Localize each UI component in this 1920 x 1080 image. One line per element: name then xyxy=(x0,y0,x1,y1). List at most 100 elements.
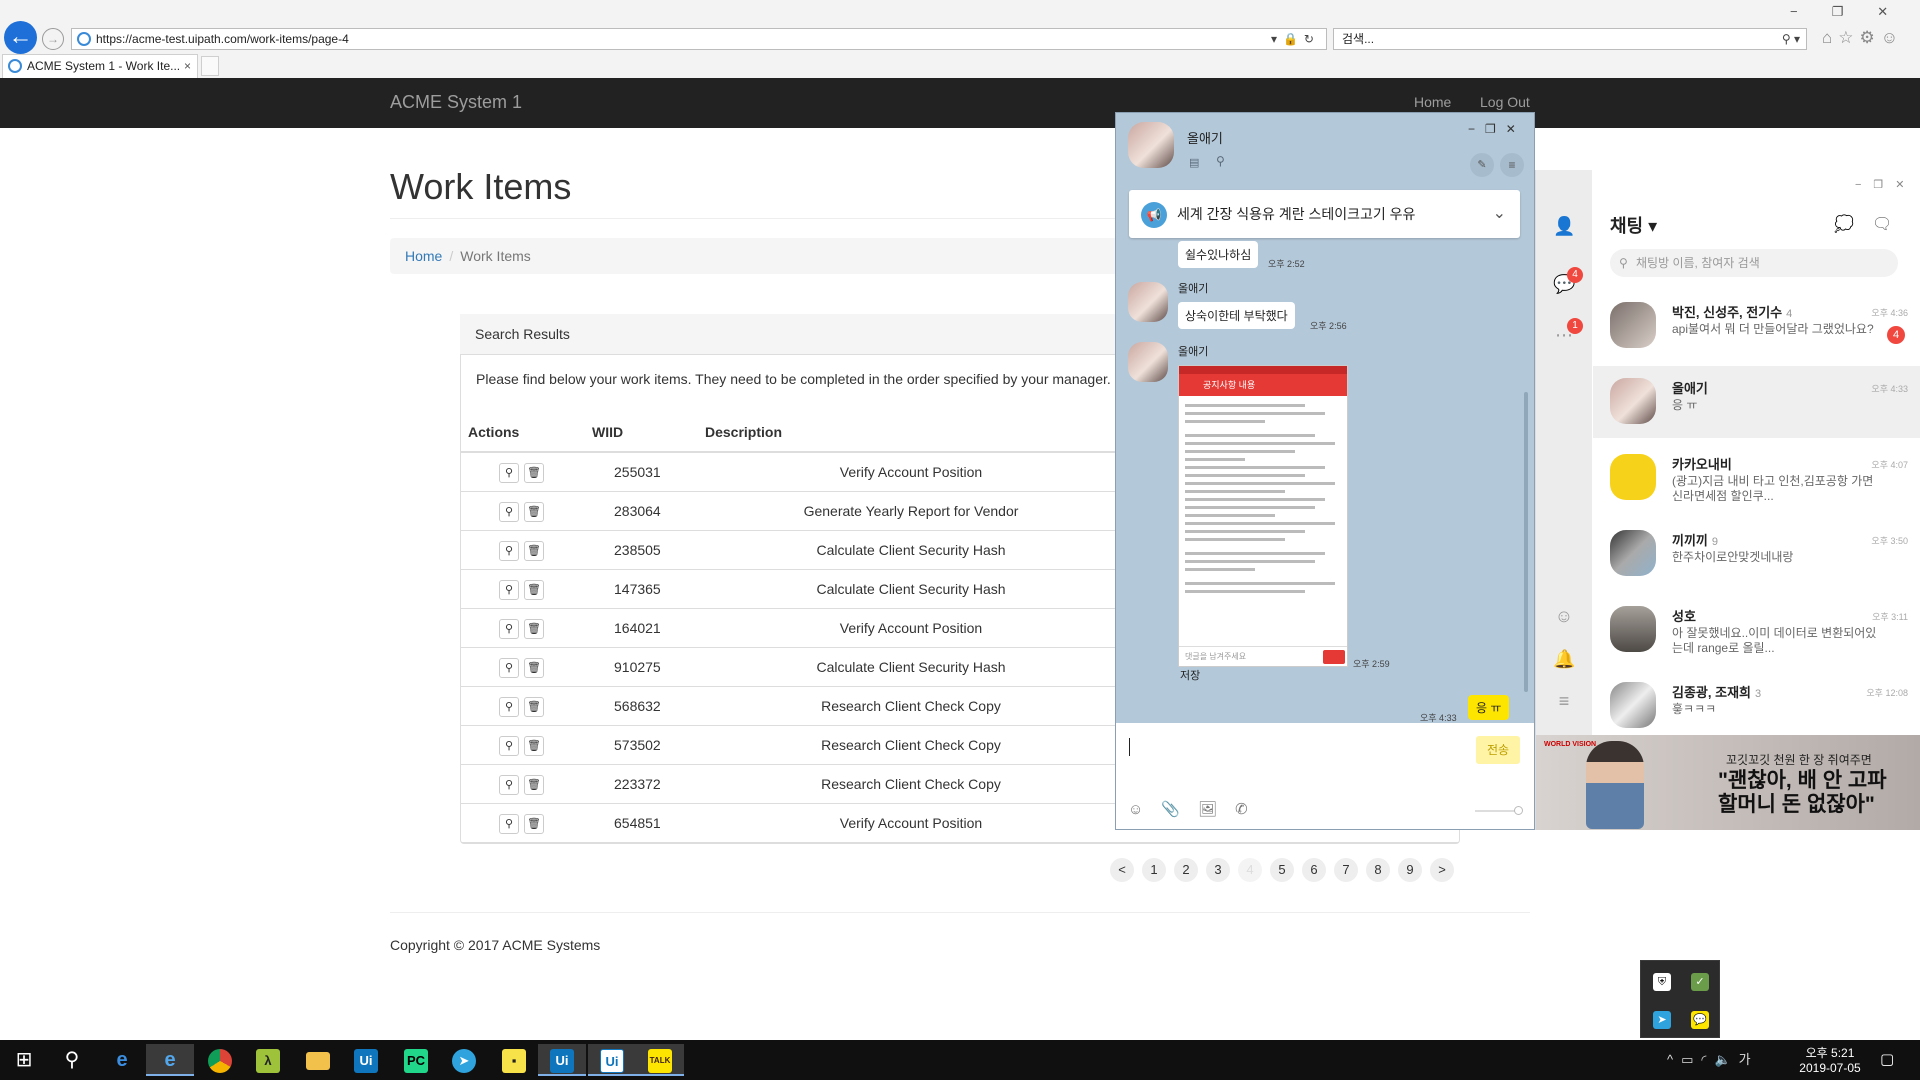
ime-indicator[interactable]: 가 xyxy=(1739,1052,1759,1067)
uipath-orchestrator-icon[interactable]: Ui xyxy=(588,1044,636,1076)
sender-avatar[interactable] xyxy=(1128,282,1168,322)
open-chat-icon[interactable]: 💭 xyxy=(1834,214,1854,234)
view-button[interactable]: ⚲ xyxy=(499,541,519,561)
nav-home-link[interactable]: Home xyxy=(1414,94,1451,110)
back-button[interactable]: ← xyxy=(4,21,37,54)
send-button[interactable]: 전송 xyxy=(1476,736,1520,764)
attach-icon[interactable]: 📎 xyxy=(1161,801,1198,818)
chat-list-item[interactable]: 카카오내비 (광고)지금 내비 타고 인천,김포공항 가면 신라면세점 할인쿠..… xyxy=(1593,442,1920,514)
page-button[interactable]: 9 xyxy=(1398,858,1422,882)
delete-button[interactable]: 🗑 xyxy=(524,736,544,756)
volume-icon[interactable]: 🔈 xyxy=(1714,1052,1738,1067)
chat-menu-icon[interactable]: ≡ xyxy=(1500,153,1524,177)
page-button[interactable]: 6 xyxy=(1302,858,1326,882)
view-button[interactable]: ⚲ xyxy=(499,463,519,483)
chat-search-icon[interactable]: ⚲ xyxy=(1216,154,1225,168)
telegram-icon[interactable]: ➤ xyxy=(440,1044,488,1076)
edge-icon[interactable]: e xyxy=(98,1044,146,1076)
drawer-icon[interactable]: ▤ xyxy=(1189,156,1199,169)
chat-scrollbar[interactable] xyxy=(1524,392,1528,692)
system-tray[interactable]: ^▭◜🔈가 xyxy=(1667,1049,1759,1068)
pycharm-icon[interactable]: PC xyxy=(392,1044,440,1076)
friends-icon[interactable]: 👤 xyxy=(1553,215,1575,237)
clock-date[interactable]: 2019-07-05 xyxy=(1792,1061,1868,1075)
opacity-slider[interactable] xyxy=(1475,806,1523,815)
chat-list-item[interactable]: 김종광, 조재희 3 흫ㅋㅋㅋ 오후 12:08 xyxy=(1593,670,1920,742)
new-tab-button[interactable] xyxy=(201,56,219,76)
clock-time[interactable]: 오후 5:21 xyxy=(1798,1044,1862,1061)
chat-search-input[interactable]: ⚲ 채팅방 이름, 참여자 검색 xyxy=(1610,249,1898,277)
shield-icon[interactable]: ⛨ xyxy=(1653,973,1671,991)
kakaotalk-icon[interactable]: TALK xyxy=(636,1044,684,1076)
view-button[interactable]: ⚲ xyxy=(499,502,519,522)
delete-button[interactable]: 🗑 xyxy=(524,580,544,600)
view-button[interactable]: ⚲ xyxy=(499,736,519,756)
photo-icon[interactable]: 🖼 xyxy=(1198,801,1235,818)
save-image-link[interactable]: 저장 xyxy=(1180,667,1200,683)
call-icon[interactable]: ✆ xyxy=(1235,801,1266,818)
uipath-studio-icon[interactable]: Ui xyxy=(342,1044,390,1076)
delete-button[interactable]: 🗑 xyxy=(524,463,544,483)
sticky-notes-icon[interactable]: ▪ xyxy=(490,1044,538,1076)
search-icon[interactable]: ⚲ ▾ xyxy=(1782,29,1800,49)
battery-icon[interactable]: ▭ xyxy=(1681,1052,1701,1067)
telegram-tray-icon[interactable]: ➤ xyxy=(1653,1011,1671,1029)
delete-button[interactable]: 🗑 xyxy=(524,814,544,834)
new-chat-icon[interactable]: 🗨 xyxy=(1872,214,1892,234)
page-button[interactable]: 7 xyxy=(1334,858,1358,882)
forward-button[interactable]: → xyxy=(42,28,64,50)
view-button[interactable]: ⚲ xyxy=(499,619,519,639)
chevron-down-icon[interactable]: ⌄ xyxy=(1493,190,1506,238)
delete-button[interactable]: 🗑 xyxy=(524,502,544,522)
uipath-robot-icon[interactable]: Ui xyxy=(538,1044,586,1076)
emoticon-icon[interactable]: ☺ xyxy=(1553,605,1575,627)
page-prev-button[interactable]: < xyxy=(1110,858,1134,882)
chrome-icon[interactable] xyxy=(196,1044,244,1076)
delete-button[interactable]: 🗑 xyxy=(524,541,544,561)
page-button[interactable]: 4 xyxy=(1238,858,1262,882)
notification-off-icon[interactable]: ✎ xyxy=(1470,153,1494,177)
browser-toolbar-icons[interactable]: ⌂☆⚙☺ xyxy=(1822,28,1904,48)
lambda-app-icon[interactable]: λ xyxy=(244,1044,292,1076)
window-controls[interactable]: −❐✕ xyxy=(1790,4,1920,20)
site-brand[interactable]: ACME System 1 xyxy=(390,92,522,113)
emoji-icon[interactable]: ☺ xyxy=(1128,801,1161,818)
delete-button[interactable]: 🗑 xyxy=(524,619,544,639)
address-tools-icon[interactable]: ▾🔒↻ xyxy=(1271,29,1320,49)
chat-list-item[interactable]: 성호 아 잘못했네요..이미 데이터로 변환되어있는데 range로 올릴... 오… xyxy=(1593,594,1920,666)
page-button[interactable]: 3 xyxy=(1206,858,1230,882)
page-button[interactable]: 5 xyxy=(1270,858,1294,882)
delete-button[interactable]: 🗑 xyxy=(524,775,544,795)
bell-icon[interactable]: 🔔 xyxy=(1553,648,1575,670)
search-box[interactable]: 검색... ⚲ ▾ xyxy=(1333,28,1807,50)
kakaotalk-tray-icon[interactable]: 💬 xyxy=(1691,1011,1709,1029)
chat-list-item[interactable]: 올애기 응 ㅠ 오후 4:33 xyxy=(1593,366,1920,438)
menu-icon[interactable]: ≡ xyxy=(1553,690,1575,712)
delete-button[interactable]: 🗑 xyxy=(524,697,544,717)
action-center-icon[interactable]: ▢ xyxy=(1880,1050,1894,1068)
page-next-button[interactable]: > xyxy=(1430,858,1454,882)
chat-list-item[interactable]: 끼끼끼 9 한주차이로안맞겟네내랑 오후 3:50 xyxy=(1593,518,1920,590)
view-button[interactable]: ⚲ xyxy=(499,580,519,600)
page-button[interactable]: 1 xyxy=(1142,858,1166,882)
view-button[interactable]: ⚲ xyxy=(499,658,519,678)
breadcrumb-home-link[interactable]: Home xyxy=(405,248,442,264)
advertisement-banner[interactable]: WORLD VISION 꼬깃꼬깃 천원 한 장 쥐여주면 "괜찮아, 배 안 … xyxy=(1536,735,1920,830)
file-explorer-icon[interactable] xyxy=(294,1044,342,1076)
search-icon[interactable]: ⚲ xyxy=(48,1044,96,1076)
address-bar[interactable]: https://acme-test.uipath.com/work-items/… xyxy=(71,28,1327,50)
view-button[interactable]: ⚲ xyxy=(499,697,519,717)
view-button[interactable]: ⚲ xyxy=(499,814,519,834)
sender-avatar[interactable] xyxy=(1128,342,1168,382)
chat-list-item[interactable]: 박진, 신성주, 전기수 4 api불여서 뭐 더 만들어달라 그랬었나요? 오후 4… xyxy=(1593,290,1920,362)
page-button[interactable]: 8 xyxy=(1366,858,1390,882)
chevron-up-icon[interactable]: ^ xyxy=(1667,1052,1681,1067)
contact-avatar[interactable] xyxy=(1128,122,1174,168)
sync-icon[interactable]: ✓ xyxy=(1691,973,1709,991)
view-button[interactable]: ⚲ xyxy=(499,775,519,795)
slider-handle[interactable] xyxy=(1514,806,1523,815)
page-button[interactable]: 2 xyxy=(1174,858,1198,882)
chat-list-title[interactable]: 채팅 ▾ xyxy=(1610,212,1657,238)
kakaotalk-window-controls[interactable]: −❐✕ xyxy=(1855,178,1917,191)
tab-close-icon[interactable]: × xyxy=(184,55,191,77)
